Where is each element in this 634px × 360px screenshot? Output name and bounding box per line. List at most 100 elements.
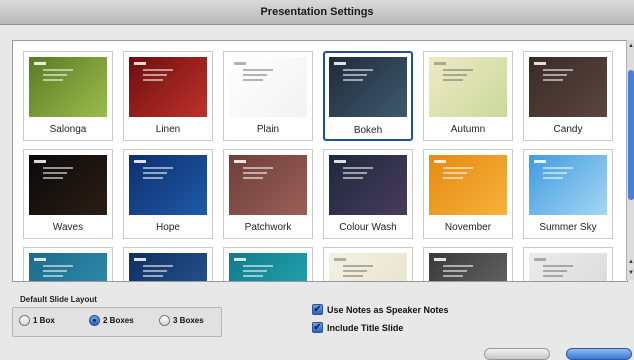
radio-button-icon[interactable] (159, 315, 170, 326)
theme-tile[interactable]: Waves (23, 149, 113, 239)
thumbnail-text-line (543, 172, 567, 174)
thumbnail-text-line (343, 177, 363, 179)
thumbnail-text-line (343, 265, 373, 267)
thumbnail-text-line (543, 167, 573, 169)
title-slide-label: Include Title Slide (327, 322, 404, 333)
theme-tile[interactable] (423, 247, 513, 281)
thumbnail-text-line (243, 74, 267, 76)
theme-thumbnail (329, 155, 407, 215)
thumbnail-text-line (543, 275, 563, 277)
thumbnail-text-line (343, 172, 367, 174)
theme-thumbnail (329, 253, 407, 281)
thumbnail-text-line (443, 265, 473, 267)
thumbnail-text-line (343, 270, 367, 272)
thumbnail-text-line (534, 62, 546, 65)
theme-thumbnail (129, 155, 207, 215)
theme-thumbnail (129, 253, 207, 281)
gallery-scrollbar[interactable]: ▲ ▲ ▼ (626, 40, 634, 280)
thumbnail-text-line (443, 275, 463, 277)
theme-name: Linen (155, 124, 181, 135)
theme-gallery[interactable]: Salonga Linen Plain Bokeh Autumn Candy Waves Ho… (12, 40, 628, 282)
theme-thumbnail (29, 57, 107, 117)
speaker-notes-label: Use Notes as Speaker Notes (327, 304, 449, 315)
thumbnail-text-line (143, 275, 163, 277)
scroll-up-arrow-icon[interactable]: ▲ (628, 42, 634, 50)
theme-tile[interactable]: Hope (123, 149, 213, 239)
checkmark-icon[interactable]: ✔ (312, 322, 323, 333)
thumbnail-text-line (143, 167, 173, 169)
radio-1-box[interactable]: 1 Box (19, 315, 55, 326)
thumbnail-text-line (143, 74, 167, 76)
thumbnail-text-line (443, 69, 473, 71)
theme-tile[interactable]: Salonga (23, 51, 113, 141)
theme-tile[interactable]: Bokeh (323, 51, 413, 141)
scrollbar-thumb[interactable] (628, 70, 634, 200)
thumbnail-text-line (434, 62, 446, 65)
theme-tile[interactable]: November (423, 149, 513, 239)
radio-3-boxes-label: 3 Boxes (173, 316, 204, 325)
thumbnail-text-line (43, 79, 63, 81)
theme-name: Candy (553, 124, 583, 135)
theme-tile[interactable] (323, 247, 413, 281)
default-slide-layout-group: Default Slide Layout 1 Box 2 Boxes 3 Box… (12, 293, 222, 338)
radio-button-icon[interactable] (89, 315, 100, 326)
thumbnail-text-line (434, 258, 446, 261)
thumbnail-text-line (543, 69, 573, 71)
speaker-notes-checkbox-row[interactable]: ✔ Use Notes as Speaker Notes (312, 304, 449, 315)
window-title: Presentation Settings (260, 6, 374, 18)
radio-1-box-label: 1 Box (33, 316, 55, 325)
theme-tile[interactable] (223, 247, 313, 281)
theme-name: Hope (156, 222, 180, 233)
theme-tile[interactable]: Patchwork (223, 149, 313, 239)
thumbnail-text-line (243, 265, 273, 267)
thumbnail-text-line (243, 167, 273, 169)
title-slide-checkbox-row[interactable]: ✔ Include Title Slide (312, 322, 403, 333)
theme-thumbnail (29, 253, 107, 281)
theme-thumbnail (429, 155, 507, 215)
theme-name: Autumn (450, 124, 486, 135)
secondary-button[interactable] (484, 348, 550, 360)
theme-tile[interactable]: Colour Wash (323, 149, 413, 239)
thumbnail-text-line (443, 177, 463, 179)
thumbnail-text-line (243, 69, 273, 71)
theme-tile[interactable]: Plain (223, 51, 313, 141)
checkmark-icon[interactable]: ✔ (312, 304, 323, 315)
theme-tile[interactable]: Linen (123, 51, 213, 141)
theme-name: Bokeh (353, 125, 383, 136)
thumbnail-text-line (343, 167, 373, 169)
theme-thumbnail (529, 253, 607, 281)
thumbnail-text-line (134, 258, 146, 261)
theme-name: Waves (52, 222, 84, 233)
thumbnail-text-line (43, 270, 67, 272)
theme-tile[interactable]: Candy (523, 51, 613, 141)
theme-tile[interactable] (123, 247, 213, 281)
thumbnail-text-line (34, 62, 46, 65)
thumbnail-text-line (143, 79, 163, 81)
layout-options-frame: 1 Box 2 Boxes 3 Boxes (12, 307, 222, 337)
thumbnail-text-line (43, 172, 67, 174)
theme-tile[interactable]: Summer Sky (523, 149, 613, 239)
thumbnail-text-line (143, 265, 173, 267)
thumbnail-text-line (234, 160, 246, 163)
thumbnail-text-line (243, 177, 263, 179)
thumbnail-text-line (443, 79, 463, 81)
scroll-up-arrow-icon[interactable]: ▲ (628, 258, 634, 266)
radio-3-boxes[interactable]: 3 Boxes (159, 315, 204, 326)
radio-2-boxes-label: 2 Boxes (103, 316, 134, 325)
theme-thumbnail (529, 155, 607, 215)
thumbnail-text-line (43, 69, 73, 71)
scroll-down-arrow-icon[interactable]: ▼ (628, 269, 634, 277)
theme-tile[interactable]: Autumn (423, 51, 513, 141)
theme-name: Summer Sky (539, 222, 597, 233)
theme-tile[interactable] (23, 247, 113, 281)
theme-thumbnail (329, 57, 407, 117)
theme-tile[interactable] (523, 247, 613, 281)
thumbnail-text-line (543, 265, 573, 267)
thumbnail-text-line (434, 160, 446, 163)
radio-2-boxes[interactable]: 2 Boxes (89, 315, 134, 326)
theme-thumbnail (429, 57, 507, 117)
primary-button[interactable] (566, 348, 632, 360)
radio-button-icon[interactable] (19, 315, 30, 326)
theme-thumbnail (429, 253, 507, 281)
thumbnail-text-line (443, 74, 467, 76)
